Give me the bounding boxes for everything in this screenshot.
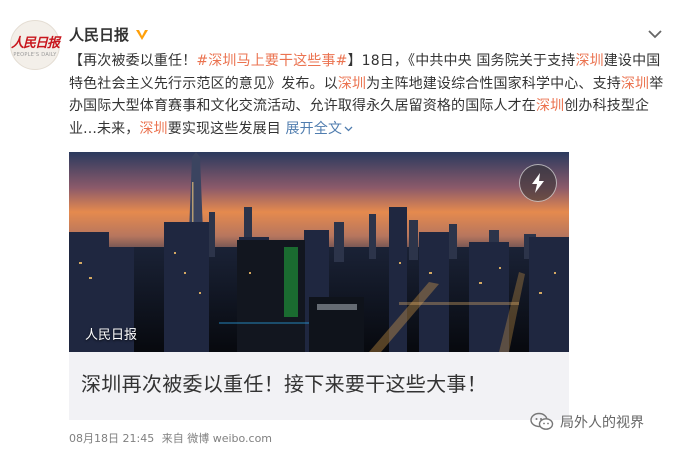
chevron-down-icon[interactable] xyxy=(648,30,662,39)
post-highlight-text[interactable]: 深圳 xyxy=(575,53,603,69)
post-time[interactable]: 08月18日 21:45 xyxy=(69,432,154,445)
post-source[interactable]: 来自 微博 weibo.com xyxy=(162,432,272,445)
expand-chevron-icon xyxy=(344,126,353,132)
city-photo[interactable]: 人民日报 xyxy=(69,152,569,352)
post-highlight-text[interactable]: 深圳 xyxy=(139,121,167,137)
post-highlight-text[interactable]: 深圳 xyxy=(338,76,366,92)
post-text-segment: 【再次被委以重任！ xyxy=(69,53,197,69)
watermark-text: 局外人的视界 xyxy=(560,415,644,431)
post-highlight-text[interactable]: 深圳 xyxy=(621,76,649,92)
logo-subtext: PEOPLE'S DAILY xyxy=(13,52,57,58)
expand-label: 展开全文 xyxy=(285,120,343,137)
post-text: 【再次被委以重任！#深圳马上要干这些事#】18日，《中共中央 国务院关于支持深圳… xyxy=(69,50,669,140)
post-text-segment: 】18日，《中共中央 国务院关于支持 xyxy=(347,53,576,69)
avatar[interactable]: 人民日报 PEOPLE'S DAILY xyxy=(10,20,60,70)
post-highlight-text[interactable]: 深圳 xyxy=(536,98,564,114)
card-title[interactable]: 深圳再次被委以重任！接下来要干这些大事！ xyxy=(81,368,561,397)
post-highlight-text[interactable]: #深圳马上要干这些事# xyxy=(196,53,347,69)
watermark: 局外人的视界 xyxy=(530,412,644,432)
post-header: 人民日报 xyxy=(69,24,150,45)
post-text-segment: 为主阵地建设综合性国家科学中心、支持 xyxy=(366,75,621,92)
lightning-icon[interactable] xyxy=(519,164,557,202)
verified-badge-icon xyxy=(136,29,149,40)
wechat-icon xyxy=(530,412,554,430)
username[interactable]: 人民日报 xyxy=(69,24,129,45)
media-card[interactable]: 人民日报 深圳再次被委以重任！接下来要干这些大事！ xyxy=(69,152,569,420)
post-text-segment: 要实现这些发展目 xyxy=(167,120,286,137)
lightning-glyph-icon xyxy=(532,173,544,193)
image-source-label: 人民日报 xyxy=(85,328,138,343)
post-footer: 08月18日 21:45 来自 微博 weibo.com xyxy=(69,430,276,446)
logo-text: 人民日报 xyxy=(11,36,60,51)
expand-full-text-link[interactable]: 展开全文 xyxy=(286,121,354,137)
city-skyline-image xyxy=(69,152,569,352)
